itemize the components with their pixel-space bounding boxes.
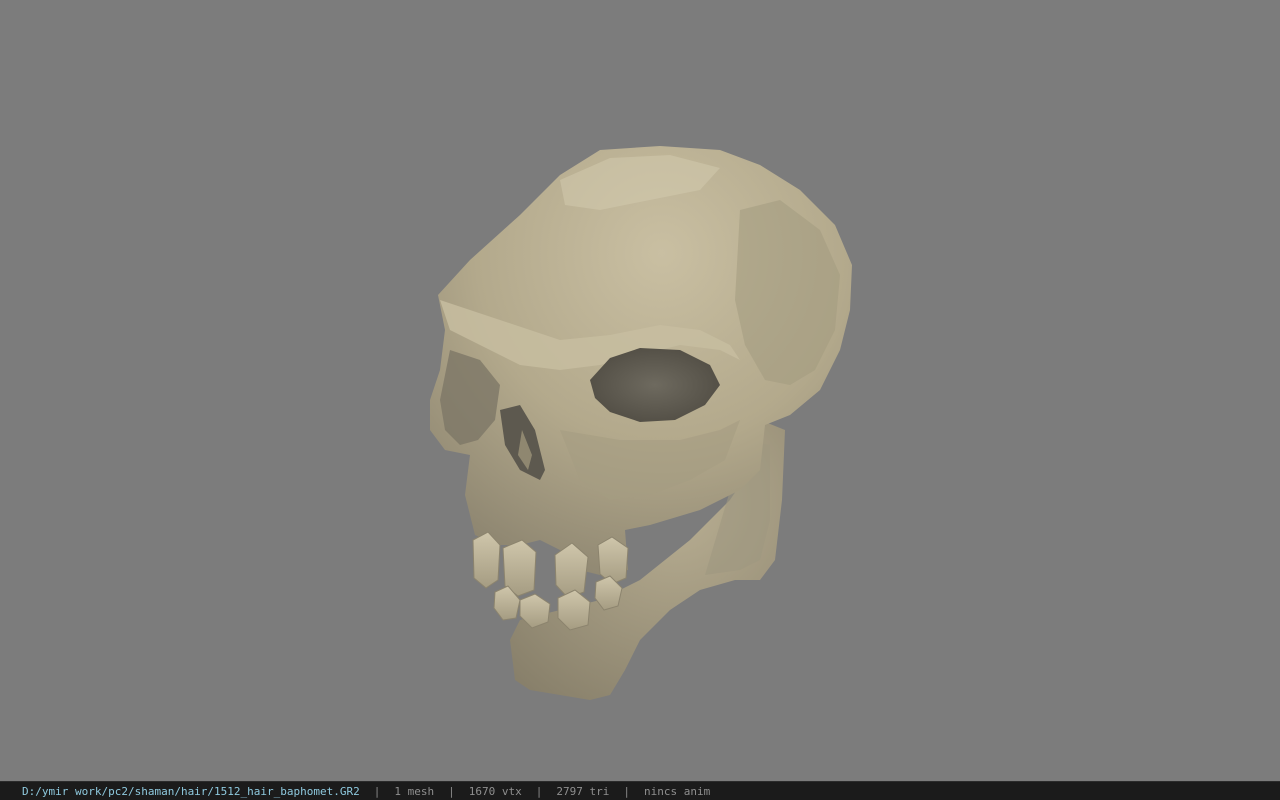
separator: | bbox=[535, 784, 543, 798]
animation-status: nincs anim bbox=[643, 784, 711, 798]
vertex-count: 1670 vtx bbox=[468, 784, 522, 798]
separator: | bbox=[373, 784, 381, 798]
separator: | bbox=[623, 784, 630, 798]
triangle-count: 2797 tri bbox=[556, 784, 610, 798]
file-path: D:/ymir work/pc2/shaman/hair/1512_hair_b… bbox=[22, 784, 360, 798]
skull-model bbox=[430, 146, 852, 700]
model-viewport[interactable] bbox=[0, 0, 1280, 781]
separator: | bbox=[448, 784, 455, 798]
status-bar: D:/ymir work/pc2/shaman/hair/1512_hair_b… bbox=[0, 781, 1280, 800]
mesh-count: 1 mesh bbox=[394, 784, 435, 798]
